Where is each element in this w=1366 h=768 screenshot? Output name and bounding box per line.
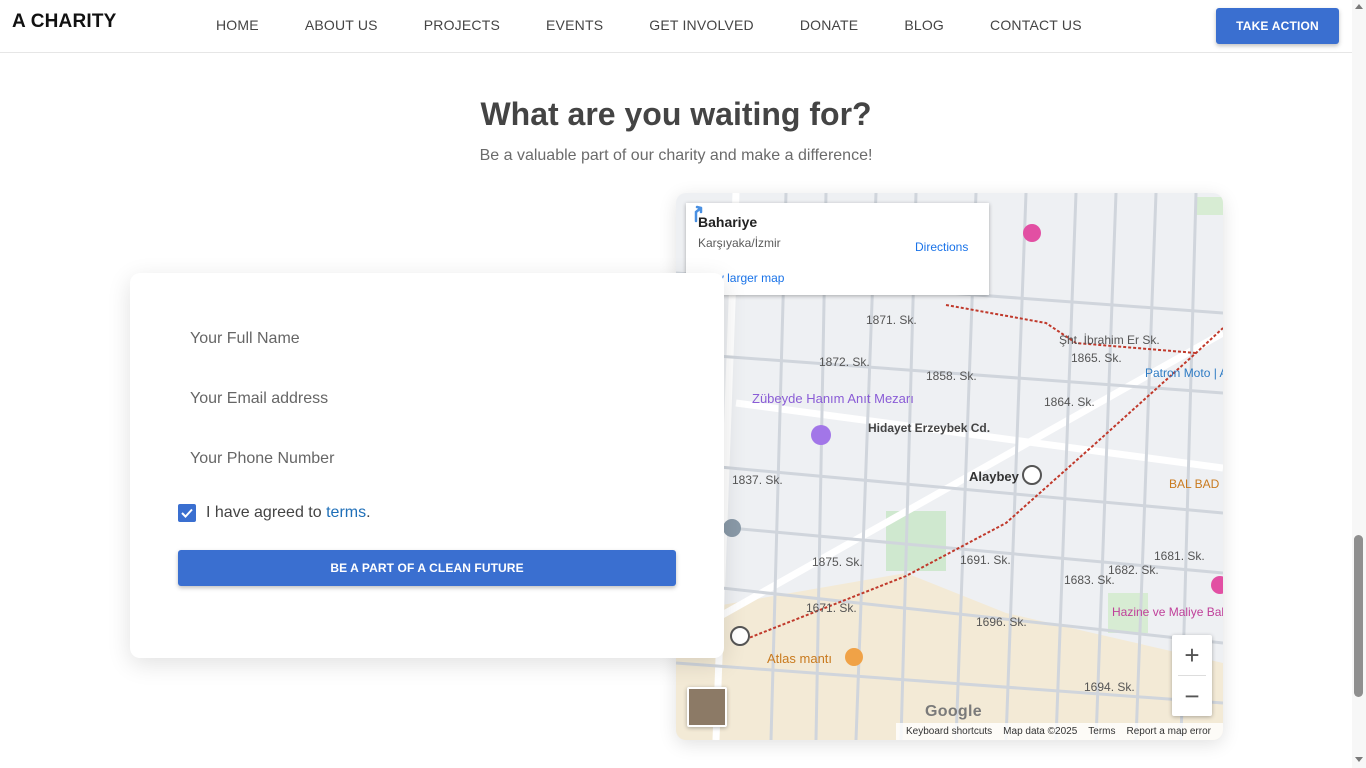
- terms-prefix: I have agreed to: [206, 504, 327, 521]
- street-label: 1681. Sk.: [1154, 549, 1205, 563]
- section-heading: What are you waiting for?: [480, 96, 872, 132]
- street-label: 1682. Sk.: [1108, 563, 1159, 577]
- street-label: 1872. Sk.: [819, 355, 870, 369]
- zoom-in-icon[interactable]: +: [1172, 635, 1212, 675]
- map-zoom-controls: + −: [1172, 635, 1212, 716]
- brand-logo[interactable]: A CHARITY: [12, 11, 117, 33]
- street-label: 1696. Sk.: [976, 615, 1027, 629]
- keyboard-shortcuts-link[interactable]: Keyboard shortcuts: [906, 726, 992, 737]
- street-label: 1875. Sk.: [812, 555, 863, 569]
- map-attribution-bar: Keyboard shortcuts Map data ©2025 Terms …: [896, 723, 1223, 740]
- poi-label[interactable]: Patron Moto | Arora M: [1145, 366, 1223, 380]
- nav-item-home[interactable]: HOME: [193, 17, 282, 33]
- nav-item-about-us[interactable]: ABOUT US: [282, 17, 401, 33]
- poi-label[interactable]: Hazine ve Maliye Bakanlığı İzmir Ko: [1112, 605, 1223, 619]
- terms-checkbox[interactable]: [178, 504, 196, 522]
- poi-label[interactable]: BAL BAD: [1169, 477, 1219, 491]
- map-data-credit: Map data ©2025: [1003, 726, 1078, 737]
- nav-item-projects[interactable]: PROJECTS: [401, 17, 523, 33]
- street-label: 1694. Sk.: [1084, 680, 1135, 694]
- place-name: Bahariye: [698, 214, 758, 230]
- take-action-button[interactable]: TAKE ACTION: [1216, 8, 1339, 44]
- main-nav: HOME ABOUT US PROJECTS EVENTS GET INVOLV…: [193, 17, 1105, 33]
- page-scrollbar[interactable]: [1352, 0, 1366, 768]
- phone-field[interactable]: [178, 439, 676, 479]
- signup-form-card: I have agreed to terms. BE A PART OF A C…: [130, 273, 724, 658]
- street-label: 1864. Sk.: [1044, 395, 1095, 409]
- navbar: A CHARITY HOME ABOUT US PROJECTS EVENTS …: [0, 0, 1352, 53]
- scroll-up-arrow-icon[interactable]: [1355, 4, 1363, 9]
- map-info-card: Bahariye Karşıyaka/İzmir View larger map…: [686, 203, 989, 295]
- place-address: Karşıyaka/İzmir: [698, 236, 781, 250]
- full-name-field[interactable]: [178, 319, 676, 359]
- poi-label[interactable]: Atlas mantı: [767, 651, 832, 666]
- nav-item-get-involved[interactable]: GET INVOLVED: [626, 17, 777, 33]
- satellite-view-toggle[interactable]: [687, 687, 727, 727]
- nav-item-blog[interactable]: BLOG: [881, 17, 967, 33]
- email-field[interactable]: [178, 379, 676, 419]
- checkmark-icon: [181, 508, 193, 518]
- report-map-error-link[interactable]: Report a map error: [1127, 726, 1211, 737]
- directions-link[interactable]: Directions: [915, 240, 968, 254]
- street-label: 1858. Sk.: [926, 369, 977, 383]
- nav-item-events[interactable]: EVENTS: [523, 17, 626, 33]
- terms-link[interactable]: terms: [326, 504, 366, 521]
- embedded-map[interactable]: 1871. Sk. 1872. Sk. 1858. Sk. 1865. Sk. …: [676, 193, 1223, 740]
- scroll-down-arrow-icon[interactable]: [1355, 757, 1363, 762]
- terms-suffix: .: [366, 504, 371, 521]
- nav-item-contact-us[interactable]: CONTACT US: [967, 17, 1105, 33]
- street-label: 1865. Sk.: [1071, 351, 1122, 365]
- street-label: 1691. Sk.: [960, 553, 1011, 567]
- zoom-out-icon[interactable]: −: [1172, 676, 1212, 716]
- terms-agreement-label: I have agreed to terms.: [206, 504, 371, 522]
- street-label: 1837. Sk.: [732, 473, 783, 487]
- scroll-thumb[interactable]: [1354, 535, 1363, 697]
- submit-button[interactable]: BE A PART OF A CLEAN FUTURE: [178, 550, 676, 586]
- poi-label[interactable]: Alaybey: [969, 469, 1019, 484]
- section-subheading: Be a valuable part of our charity and ma…: [479, 147, 873, 164]
- google-logo: Google: [925, 703, 982, 720]
- street-label: Şht. İbrahim Er Sk.: [1059, 333, 1160, 347]
- street-label: 1671. Sk.: [806, 601, 857, 615]
- nav-item-donate[interactable]: DONATE: [777, 17, 882, 33]
- poi-label[interactable]: Zübeyde Hanım Anıt Mezarı: [752, 391, 914, 406]
- street-label: 1871. Sk.: [866, 313, 917, 327]
- street-label: Hidayet Erzeybek Cd.: [868, 421, 991, 435]
- map-terms-link[interactable]: Terms: [1088, 726, 1115, 737]
- directions-icon[interactable]: [686, 203, 706, 223]
